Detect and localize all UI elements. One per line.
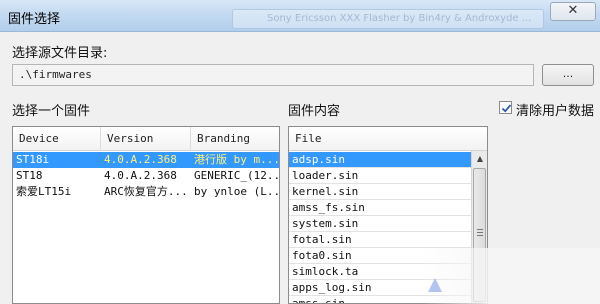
background-window-tab-text: Sony Ericsson XXX Flasher by Bin4ry & An…	[267, 13, 532, 24]
column-header-version[interactable]: Version	[101, 127, 191, 151]
table-row[interactable]: ST18i 4.0.A.2.368 港行版 by m...	[13, 152, 279, 168]
column-header-file[interactable]: File	[289, 127, 487, 151]
grip-line	[477, 235, 483, 236]
clear-user-data-checkbox[interactable]	[499, 101, 512, 114]
column-header-branding[interactable]: Branding	[191, 127, 279, 151]
grip-line	[477, 232, 483, 233]
firmware-list-label: 选择一个固件	[12, 104, 91, 119]
cell-device: ST18i	[16, 153, 50, 166]
list-item[interactable]: loader.sin	[289, 168, 471, 184]
firmware-content-label: 固件内容	[288, 104, 341, 119]
window-title: 固件选择	[8, 12, 61, 27]
file-list-header: File	[289, 127, 487, 151]
table-row[interactable]: ST18 4.0.A.2.368 GENERIC_(12...	[13, 168, 279, 184]
background-window-tab: Sony Ericsson XXX Flasher by Bin4ry & An…	[232, 9, 544, 29]
cell-branding: by ynloe (L...	[194, 185, 279, 198]
cell-version: 4.0.A.2.368	[104, 153, 177, 166]
cell-branding: GENERIC_(12...	[194, 169, 279, 182]
checkmark-icon	[501, 104, 512, 113]
list-item[interactable]: kernel.sin	[289, 184, 471, 200]
column-header-device[interactable]: Device	[13, 127, 101, 151]
firmware-table-header: Device Version Branding	[13, 127, 279, 151]
cell-version: ARC恢复官方...	[104, 185, 188, 198]
source-dir-label: 选择源文件目录:	[12, 46, 108, 61]
list-item[interactable]: fotal.sin	[289, 232, 471, 248]
close-button[interactable]: ✕	[550, 2, 596, 21]
close-icon: ✕	[567, 3, 579, 18]
scroll-up-arrow-icon[interactable]: ▲	[472, 151, 487, 167]
watermark-overlay	[420, 248, 600, 304]
cell-version: 4.0.A.2.368	[104, 169, 177, 182]
table-row[interactable]: 索爱LT15i ARC恢复官方... by ynloe (L...	[13, 184, 279, 200]
watermark-logo-icon	[428, 278, 442, 292]
cell-device: 索爱LT15i	[16, 185, 72, 198]
source-dir-input[interactable]: .\firmwares	[12, 64, 534, 86]
grip-line	[477, 229, 483, 230]
list-item[interactable]: adsp.sin	[289, 152, 471, 168]
cell-branding: 港行版 by m...	[194, 153, 279, 166]
title-bar: 固件选择 Sony Ericsson XXX Flasher by Bin4ry…	[0, 0, 600, 32]
cell-device: ST18	[16, 169, 43, 182]
browse-button[interactable]: ...	[542, 64, 594, 86]
list-item[interactable]: system.sin	[289, 216, 471, 232]
list-item[interactable]: amss_fs.sin	[289, 200, 471, 216]
clear-user-data-label[interactable]: 清除用户数据	[516, 100, 594, 119]
firmware-table: Device Version Branding ST18i 4.0.A.2.36…	[12, 126, 280, 304]
